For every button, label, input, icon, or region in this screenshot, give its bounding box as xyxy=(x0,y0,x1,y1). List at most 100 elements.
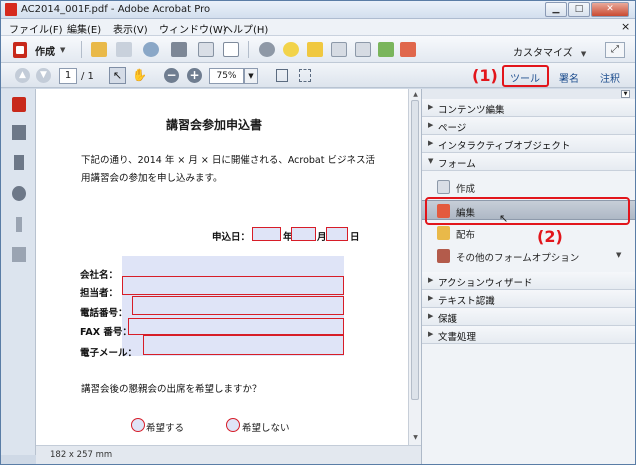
chevron-right-icon: ▶ xyxy=(428,276,434,284)
radio-attend-yes[interactable] xyxy=(131,418,145,432)
forms-distribute-label: 配布 xyxy=(456,230,476,241)
zoom-input[interactable]: 75% xyxy=(209,68,244,84)
print-icon[interactable] xyxy=(171,42,187,57)
apply-date-label: 申込日： xyxy=(212,232,251,243)
radio-attend-no[interactable] xyxy=(226,418,240,432)
highlight-pen-icon[interactable] xyxy=(307,42,323,57)
forms-other-options-item[interactable]: その他のフォームオプション ▼ xyxy=(422,246,635,266)
comment-bubble-icon[interactable] xyxy=(283,42,299,57)
form-create-icon xyxy=(437,180,450,194)
chevron-right-icon: ▶ xyxy=(428,139,434,147)
next-page-icon[interactable]: ▼ xyxy=(36,68,51,83)
section-interactive-objects[interactable]: ▶ インタラクティブオブジェクト xyxy=(422,135,635,153)
section-action-wizard-label: アクションウィザード xyxy=(438,278,533,289)
select-tool-icon[interactable]: ↖ xyxy=(109,67,126,84)
navigation-panel xyxy=(1,89,36,455)
chevron-right-icon: ▶ xyxy=(428,121,434,129)
tab-sign[interactable]: 署名 xyxy=(559,70,579,85)
page-total: / 1 xyxy=(81,71,94,82)
section-document-processing-label: 文書処理 xyxy=(438,332,477,343)
cloud-upload-icon[interactable] xyxy=(143,42,159,57)
section-text-recognition-label: テキスト認識 xyxy=(438,296,495,307)
email-icon[interactable] xyxy=(223,42,239,57)
status-bar: 182 x 257 mm xyxy=(36,445,421,464)
zoom-out-icon[interactable]: − xyxy=(164,68,179,83)
tab-comment[interactable]: 注釈 xyxy=(600,70,620,85)
section-forms[interactable]: ▼ フォーム xyxy=(422,153,635,171)
export-document-icon[interactable] xyxy=(378,42,394,57)
zoom-dropdown-icon[interactable]: ▼ xyxy=(244,68,258,84)
section-text-recognition[interactable]: ▶ テキスト認識 xyxy=(422,290,635,308)
menu-file[interactable]: ファイル(F) xyxy=(9,21,63,36)
page-number-input[interactable]: 1 xyxy=(59,68,77,84)
layers-icon[interactable] xyxy=(12,186,26,201)
apply-year-field[interactable] xyxy=(252,227,281,241)
section-action-wizard[interactable]: ▶ アクションウィザード xyxy=(422,272,635,290)
apply-day-field[interactable] xyxy=(326,227,348,241)
scrollbar-thumb[interactable] xyxy=(411,100,419,400)
apply-month-field[interactable] xyxy=(291,227,316,241)
edit-document-icon[interactable] xyxy=(198,42,214,57)
document-settings-icon[interactable] xyxy=(355,42,371,57)
section-content-editing[interactable]: ▶ コンテンツ編集 xyxy=(422,99,635,117)
chevron-right-icon: ▶ xyxy=(428,103,434,111)
section-forms-label: フォーム xyxy=(438,159,476,170)
form-edit-icon[interactable] xyxy=(400,42,416,57)
pages-icon[interactable] xyxy=(12,125,26,140)
attach-file-icon[interactable] xyxy=(331,42,347,57)
phone-label: 電話番号： xyxy=(80,308,128,319)
page-size-readout: 182 x 257 mm xyxy=(50,450,113,460)
create-button[interactable]: 作成 ▼ xyxy=(13,41,65,59)
forms-create-item[interactable]: 作成 xyxy=(422,177,635,197)
panel-options-icon[interactable]: ▼ xyxy=(621,90,630,98)
scroll-up-icon[interactable]: ▲ xyxy=(410,89,421,100)
document-close-x[interactable]: × xyxy=(621,20,630,33)
previous-page-icon[interactable]: ▲ xyxy=(15,68,30,83)
signature-icon[interactable] xyxy=(12,247,26,262)
fax-field[interactable] xyxy=(128,318,344,335)
fit-width-icon[interactable] xyxy=(299,69,311,82)
section-document-processing[interactable]: ▶ 文書処理 xyxy=(422,326,635,344)
document-page: 講習会参加申込書 下記の通り、2014 年 × 月 × 日に開催される、Acro… xyxy=(36,89,408,445)
title-bar: AC2014_001F.pdf - Adobe Acrobat Pro ▁ □ … xyxy=(1,1,635,19)
email-field[interactable] xyxy=(143,335,344,355)
scroll-down-icon[interactable]: ▼ xyxy=(410,432,421,443)
radio-attend-yes-label: 希望する xyxy=(146,423,185,434)
fit-page-icon[interactable] xyxy=(276,69,288,82)
callout-2: (2) xyxy=(537,227,563,246)
menu-view[interactable]: 表示(V) xyxy=(113,21,148,36)
document-scrollbar[interactable]: ▲ ▼ xyxy=(408,89,421,455)
person-field[interactable] xyxy=(122,276,344,295)
menu-edit[interactable]: 編集(E) xyxy=(67,21,101,36)
section-content-editing-label: コンテンツ編集 xyxy=(438,105,505,116)
hand-tool-icon[interactable]: ✋ xyxy=(132,68,147,82)
chevron-right-icon: ▶ xyxy=(428,330,434,338)
tools-tab-highlight xyxy=(502,65,549,87)
chevron-down-icon: ▼ xyxy=(428,157,434,165)
gear-icon[interactable] xyxy=(259,42,275,57)
forms-distribute-item[interactable]: 配布 xyxy=(422,223,635,243)
create-pdf-icon xyxy=(13,42,27,58)
section-pages-label: ページ xyxy=(438,123,467,134)
bookmark-icon[interactable] xyxy=(14,155,24,170)
maximize-button[interactable]: □ xyxy=(568,2,590,17)
menu-window[interactable]: ウィンドウ(W) xyxy=(159,21,227,36)
close-button[interactable]: ✕ xyxy=(591,2,629,17)
tools-panel: ▼ ▶ コンテンツ編集 ▶ ページ ▶ インタラクティブオブジェクト ▼ フォー… xyxy=(421,89,635,464)
attachment-icon[interactable] xyxy=(16,217,22,232)
edit-item-highlight xyxy=(425,197,630,225)
section-pages[interactable]: ▶ ページ xyxy=(422,117,635,135)
reception-question: 講習会後の懇親会の出席を希望しますか？ xyxy=(81,384,262,395)
open-folder-icon[interactable] xyxy=(91,42,107,57)
pdf-page-icon[interactable] xyxy=(12,97,26,112)
phone-field[interactable] xyxy=(132,296,344,315)
save-icon[interactable] xyxy=(116,42,132,57)
section-protection[interactable]: ▶ 保護 xyxy=(422,308,635,326)
menu-help[interactable]: ヘルプ(H) xyxy=(223,21,268,36)
expand-icon[interactable]: ⤢ xyxy=(605,42,625,58)
zoom-in-icon[interactable]: + xyxy=(187,68,202,83)
intro-line-1: 下記の通り、2014 年 × 月 × 日に開催される、Acrobat ビジネス活 xyxy=(81,155,375,166)
customize-menu[interactable]: カスタマイズ ▼ xyxy=(513,44,586,59)
tools-panel-header: ▼ xyxy=(422,89,635,99)
minimize-button[interactable]: ▁ xyxy=(545,2,567,17)
